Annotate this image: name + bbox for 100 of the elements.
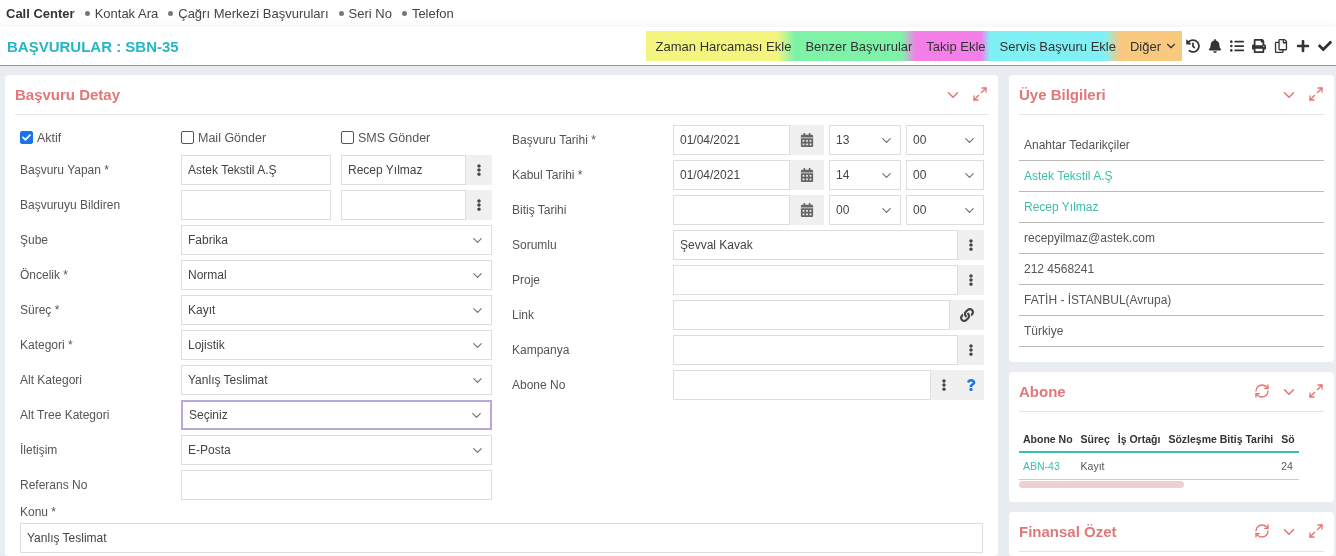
list-icon bbox=[1230, 39, 1244, 53]
more-button[interactable] bbox=[958, 265, 984, 295]
field-label: Proje bbox=[512, 273, 541, 287]
table-cell: 24 bbox=[1277, 452, 1299, 480]
check-icon bbox=[1318, 39, 1332, 53]
card-title: Finansal Özet bbox=[1019, 523, 1117, 540]
expand-icon[interactable] bbox=[1308, 85, 1324, 102]
text-field[interactable] bbox=[673, 335, 958, 365]
text-field[interactable] bbox=[673, 265, 958, 295]
checkbox[interactable]: Mail Gönder bbox=[181, 130, 341, 145]
field-label: İletişim bbox=[20, 443, 59, 457]
action-button[interactable]: Servis Başvuru Ekle bbox=[989, 31, 1120, 61]
column-header: Süreç bbox=[1076, 427, 1114, 452]
more-button[interactable] bbox=[958, 230, 984, 260]
field-label: Kategori * bbox=[20, 338, 74, 352]
breadcrumb-link[interactable]: Kontak Ara bbox=[94, 6, 159, 21]
select-field[interactable]: Lojistik bbox=[181, 330, 492, 360]
checkbox[interactable]: SMS Gönder bbox=[341, 130, 492, 145]
copy-icon bbox=[1274, 39, 1288, 53]
select-field[interactable]: 00 bbox=[906, 195, 984, 225]
link-icon bbox=[960, 308, 974, 322]
calendar-icon bbox=[800, 133, 814, 147]
text-field[interactable] bbox=[181, 190, 331, 220]
field-label: Sorumlu bbox=[512, 238, 558, 252]
column-header: Sözleşme Bitiş Tarihi bbox=[1164, 427, 1278, 452]
refresh-icon[interactable] bbox=[1254, 382, 1270, 399]
select-field[interactable]: Seçiniz bbox=[181, 400, 492, 430]
select-field[interactable]: 00 bbox=[906, 125, 984, 155]
page-title: BAŞVURULAR : SBN-35 bbox=[7, 37, 179, 55]
field-label: Kampanya bbox=[512, 343, 571, 357]
more-button[interactable] bbox=[466, 155, 492, 185]
select-field[interactable]: 00 bbox=[829, 195, 901, 225]
field-label: Abone No bbox=[512, 378, 567, 392]
breadcrumb-link[interactable]: Telefon bbox=[411, 6, 454, 21]
date-field[interactable] bbox=[673, 195, 790, 225]
scrollbar-thumb[interactable] bbox=[1019, 481, 1184, 488]
breadcrumb-link[interactable]: Çağrı Merkezi Başvuruları bbox=[178, 6, 329, 21]
dropdown-button[interactable]: Diğer bbox=[1119, 31, 1182, 61]
table-cell: Kayıt bbox=[1076, 452, 1114, 480]
more-button[interactable] bbox=[931, 370, 957, 400]
bullet-icon bbox=[84, 11, 90, 16]
text-field[interactable]: Şevval Kavak bbox=[673, 230, 958, 260]
field-label: Konu * bbox=[20, 505, 57, 519]
text-field[interactable] bbox=[341, 190, 466, 220]
more-button[interactable] bbox=[466, 190, 492, 220]
card-title: Başvuru Detay bbox=[15, 86, 121, 103]
bell-icon bbox=[1208, 39, 1222, 53]
text-field[interactable]: Astek Tekstil A.Ş bbox=[181, 155, 331, 185]
refresh-icon[interactable] bbox=[1254, 522, 1270, 539]
field-label: Referans No bbox=[20, 478, 89, 492]
calendar-button[interactable] bbox=[790, 195, 824, 225]
select-field[interactable]: 00 bbox=[906, 160, 984, 190]
field-label: Link bbox=[512, 308, 535, 322]
calendar-button[interactable] bbox=[790, 125, 824, 155]
select-field[interactable]: 13 bbox=[829, 125, 901, 155]
help-button[interactable] bbox=[957, 370, 984, 400]
field-label: Başvuru Yapan * bbox=[20, 163, 110, 177]
text-field[interactable]: Recep Yılmaz bbox=[341, 155, 466, 185]
checkbox-box[interactable] bbox=[181, 131, 194, 144]
question-icon bbox=[964, 379, 977, 391]
bullet-icon bbox=[401, 11, 407, 16]
field-label: Öncelik * bbox=[20, 268, 70, 282]
text-field[interactable] bbox=[181, 470, 492, 500]
date-field[interactable]: 01/04/2021 bbox=[673, 160, 790, 190]
printer-icon bbox=[1252, 39, 1266, 53]
expand-icon[interactable] bbox=[1308, 382, 1324, 399]
breadcrumb-title: Call Center bbox=[6, 6, 75, 21]
field-label: Bitiş Tarihi bbox=[512, 203, 568, 217]
select-field[interactable]: Normal bbox=[181, 260, 492, 290]
select-field[interactable]: 14 bbox=[829, 160, 901, 190]
checkbox-box[interactable] bbox=[341, 131, 354, 144]
action-button[interactable]: Takip Ekle bbox=[916, 31, 990, 61]
action-button[interactable]: Benzer Başvurular bbox=[795, 31, 917, 61]
member-info: 212 4568241 bbox=[1019, 254, 1324, 285]
select-field[interactable]: Yanlış Teslimat bbox=[181, 365, 492, 395]
more-button[interactable] bbox=[958, 335, 984, 365]
text-field[interactable] bbox=[673, 370, 931, 400]
expand-icon[interactable] bbox=[972, 85, 988, 102]
column-header: İş Ortağı bbox=[1113, 427, 1165, 452]
select-field[interactable]: Kayıt bbox=[181, 295, 492, 325]
checkbox-box[interactable] bbox=[20, 131, 33, 144]
member-info: Türkiye bbox=[1019, 316, 1324, 347]
link-button[interactable] bbox=[950, 300, 984, 330]
select-field[interactable]: Fabrika bbox=[181, 225, 492, 255]
calendar-icon bbox=[800, 168, 814, 182]
date-field[interactable]: 01/04/2021 bbox=[673, 125, 790, 155]
text-field[interactable] bbox=[673, 300, 950, 330]
action-button[interactable]: Zaman Harcaması Ekle bbox=[645, 31, 796, 61]
expand-icon[interactable] bbox=[1308, 522, 1324, 539]
card-title: Abone bbox=[1019, 383, 1066, 400]
field-label: Süreç * bbox=[20, 303, 61, 317]
card-title: Üye Bilgileri bbox=[1019, 86, 1106, 103]
bullet-icon bbox=[338, 11, 344, 16]
calendar-button[interactable] bbox=[790, 160, 824, 190]
breadcrumb-link[interactable]: Seri No bbox=[348, 6, 392, 21]
member-info: Anahtar Tedarikçiler bbox=[1019, 130, 1324, 161]
checkbox[interactable]: Aktif bbox=[20, 130, 181, 145]
text-field[interactable]: Yanlış Teslimat bbox=[20, 523, 983, 553]
member-info: FATİH - İSTANBUL(Avrupa) bbox=[1019, 285, 1324, 316]
select-field[interactable]: E-Posta bbox=[181, 435, 492, 465]
